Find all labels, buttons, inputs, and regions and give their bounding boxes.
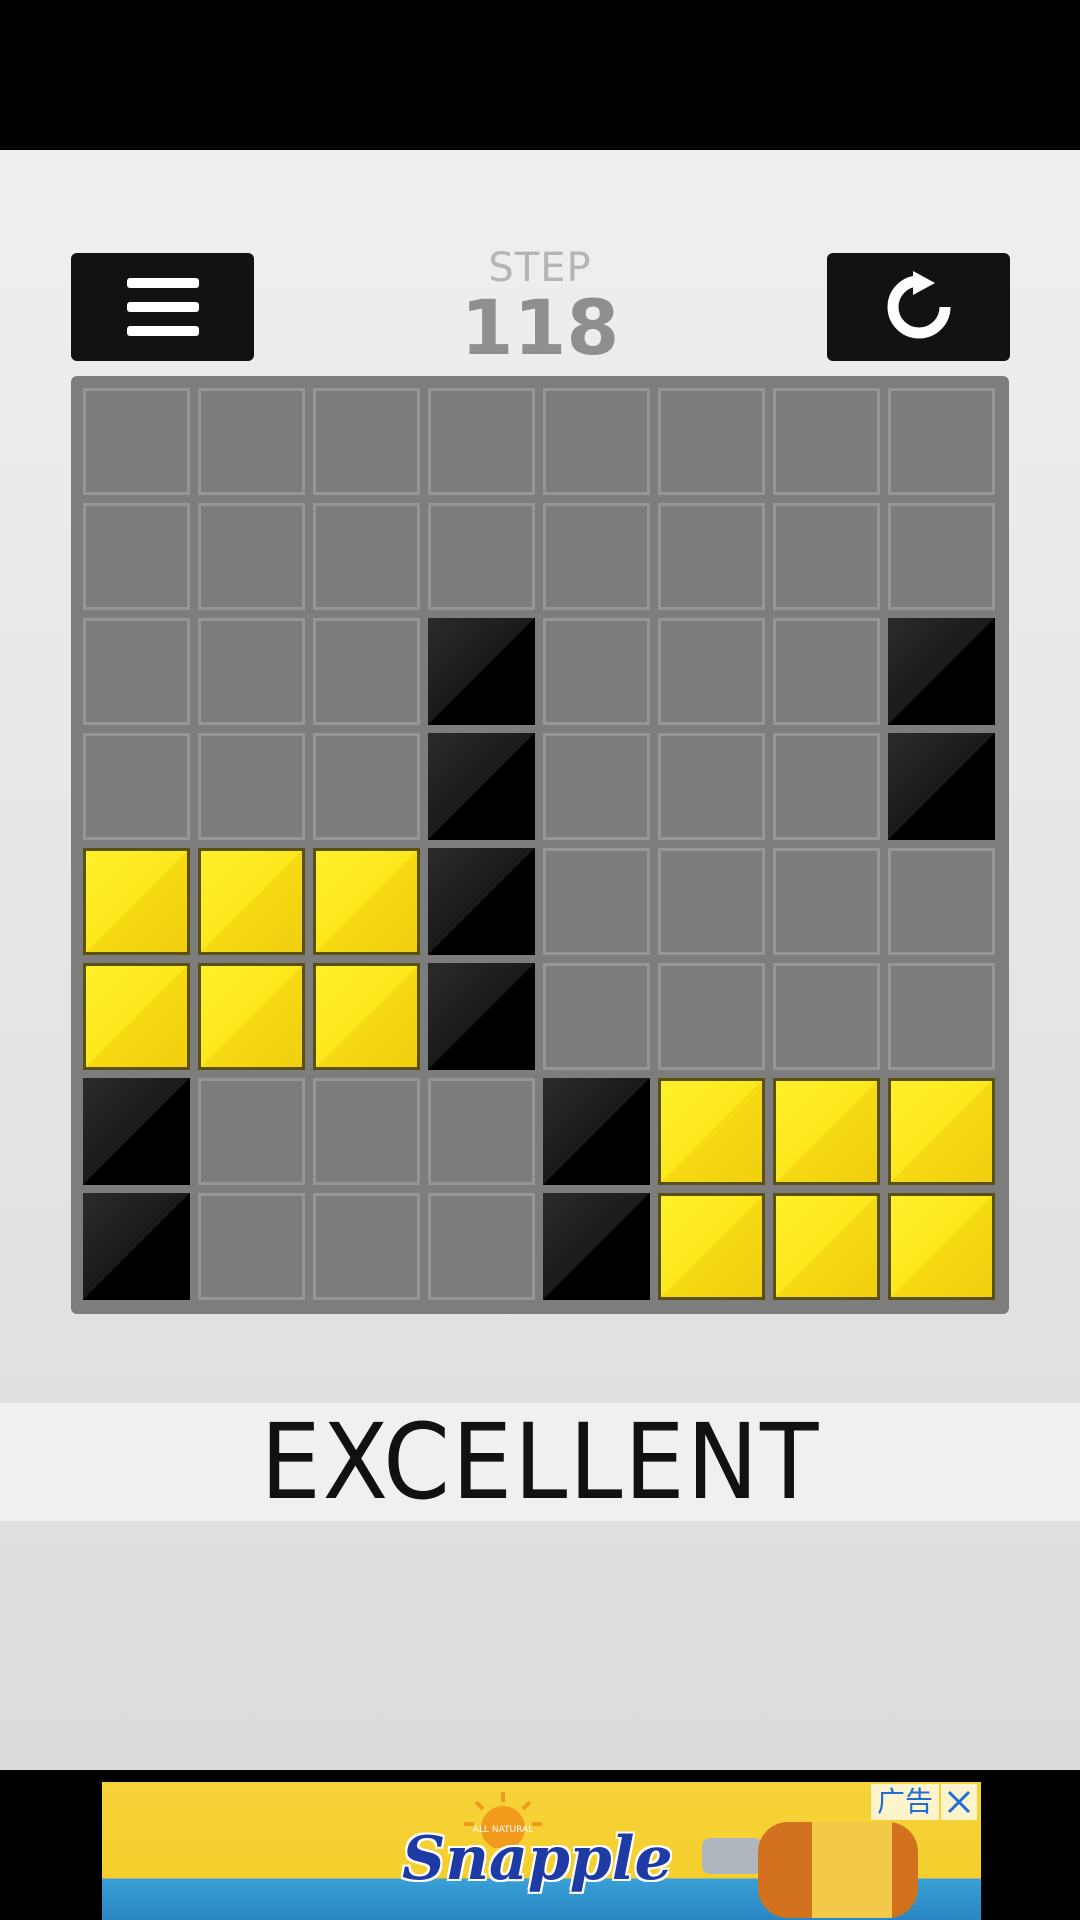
cell-empty-r6-c1[interactable] [198, 1078, 305, 1185]
cell-black-r2-c7[interactable] [888, 618, 995, 725]
cell-empty-r2-c2[interactable] [313, 618, 420, 725]
cell-empty-r3-c1[interactable] [198, 733, 305, 840]
restart-button[interactable] [827, 253, 1010, 361]
cell-yellow-r5-c0[interactable] [83, 963, 190, 1070]
cell-yellow-r6-c6[interactable] [773, 1078, 880, 1185]
ad-close-button[interactable] [941, 1784, 977, 1820]
cell-yellow-r7-c5[interactable] [658, 1193, 765, 1300]
cell-empty-r0-c1[interactable] [198, 388, 305, 495]
cell-empty-r3-c5[interactable] [658, 733, 765, 840]
cell-empty-r2-c5[interactable] [658, 618, 765, 725]
ad-tag: 广告 [870, 1784, 939, 1820]
cell-empty-r3-c4[interactable] [543, 733, 650, 840]
cell-yellow-r5-c2[interactable] [313, 963, 420, 1070]
restart-arrow-icon [887, 271, 950, 339]
cell-yellow-r4-c1[interactable] [198, 848, 305, 955]
cell-empty-r1-c1[interactable] [198, 503, 305, 610]
ad-banner[interactable]: ALL NATURAL Snapple 广告 [102, 1782, 981, 1920]
cell-empty-r7-c2[interactable] [313, 1193, 420, 1300]
cell-empty-r1-c4[interactable] [543, 503, 650, 610]
cell-yellow-r7-c7[interactable] [888, 1193, 995, 1300]
cell-empty-r3-c2[interactable] [313, 733, 420, 840]
cell-empty-r1-c2[interactable] [313, 503, 420, 610]
cell-empty-r7-c3[interactable] [428, 1193, 535, 1300]
cell-black-r3-c7[interactable] [888, 733, 995, 840]
close-icon [947, 1790, 971, 1814]
cell-empty-r0-c5[interactable] [658, 388, 765, 495]
cell-empty-r0-c3[interactable] [428, 388, 535, 495]
cell-black-r2-c3[interactable] [428, 618, 535, 725]
cell-empty-r4-c5[interactable] [658, 848, 765, 955]
cell-empty-r4-c7[interactable] [888, 848, 995, 955]
step-value: 118 [460, 283, 620, 372]
cell-yellow-r7-c6[interactable] [773, 1193, 880, 1300]
cell-empty-r0-c7[interactable] [888, 388, 995, 495]
cell-black-r6-c0[interactable] [83, 1078, 190, 1185]
cell-empty-r0-c4[interactable] [543, 388, 650, 495]
cell-empty-r6-c2[interactable] [313, 1078, 420, 1185]
cell-empty-r4-c4[interactable] [543, 848, 650, 955]
cell-empty-r1-c5[interactable] [658, 503, 765, 610]
cell-empty-r6-c3[interactable] [428, 1078, 535, 1185]
cell-empty-r5-c5[interactable] [658, 963, 765, 1070]
cell-empty-r5-c7[interactable] [888, 963, 995, 1070]
cell-empty-r7-c1[interactable] [198, 1193, 305, 1300]
cell-empty-r0-c2[interactable] [313, 388, 420, 495]
cell-empty-r4-c6[interactable] [773, 848, 880, 955]
cell-yellow-r4-c2[interactable] [313, 848, 420, 955]
cell-black-r7-c0[interactable] [83, 1193, 190, 1300]
cell-yellow-r6-c5[interactable] [658, 1078, 765, 1185]
menu-button[interactable] [71, 253, 254, 361]
cell-yellow-r4-c0[interactable] [83, 848, 190, 955]
cell-empty-r0-c6[interactable] [773, 388, 880, 495]
hamburger-menu-icon [126, 278, 199, 336]
rating-text: EXCELLENT [260, 1401, 820, 1523]
cell-empty-r3-c0[interactable] [83, 733, 190, 840]
cell-black-r4-c3[interactable] [428, 848, 535, 955]
cell-empty-r1-c6[interactable] [773, 503, 880, 610]
cell-empty-r0-c0[interactable] [83, 388, 190, 495]
cell-yellow-r6-c7[interactable] [888, 1078, 995, 1185]
rating-band: EXCELLENT [0, 1401, 1080, 1523]
cell-black-r3-c3[interactable] [428, 733, 535, 840]
game-board [71, 376, 1009, 1314]
step-counter: STEP 118 [440, 245, 640, 369]
cell-empty-r5-c4[interactable] [543, 963, 650, 1070]
ad-brand: Snapple [402, 1824, 673, 1894]
cell-empty-r2-c1[interactable] [198, 618, 305, 725]
cell-black-r5-c3[interactable] [428, 963, 535, 1070]
cell-black-r7-c4[interactable] [543, 1193, 650, 1300]
cell-empty-r1-c3[interactable] [428, 503, 535, 610]
cell-empty-r2-c0[interactable] [83, 618, 190, 725]
cell-yellow-r5-c1[interactable] [198, 963, 305, 1070]
cell-empty-r2-c6[interactable] [773, 618, 880, 725]
cell-empty-r2-c4[interactable] [543, 618, 650, 725]
cell-empty-r5-c6[interactable] [773, 963, 880, 1070]
cell-empty-r1-c7[interactable] [888, 503, 995, 610]
cell-black-r6-c4[interactable] [543, 1078, 650, 1185]
status-bar [0, 0, 1080, 150]
cell-empty-r3-c6[interactable] [773, 733, 880, 840]
cell-empty-r1-c0[interactable] [83, 503, 190, 610]
